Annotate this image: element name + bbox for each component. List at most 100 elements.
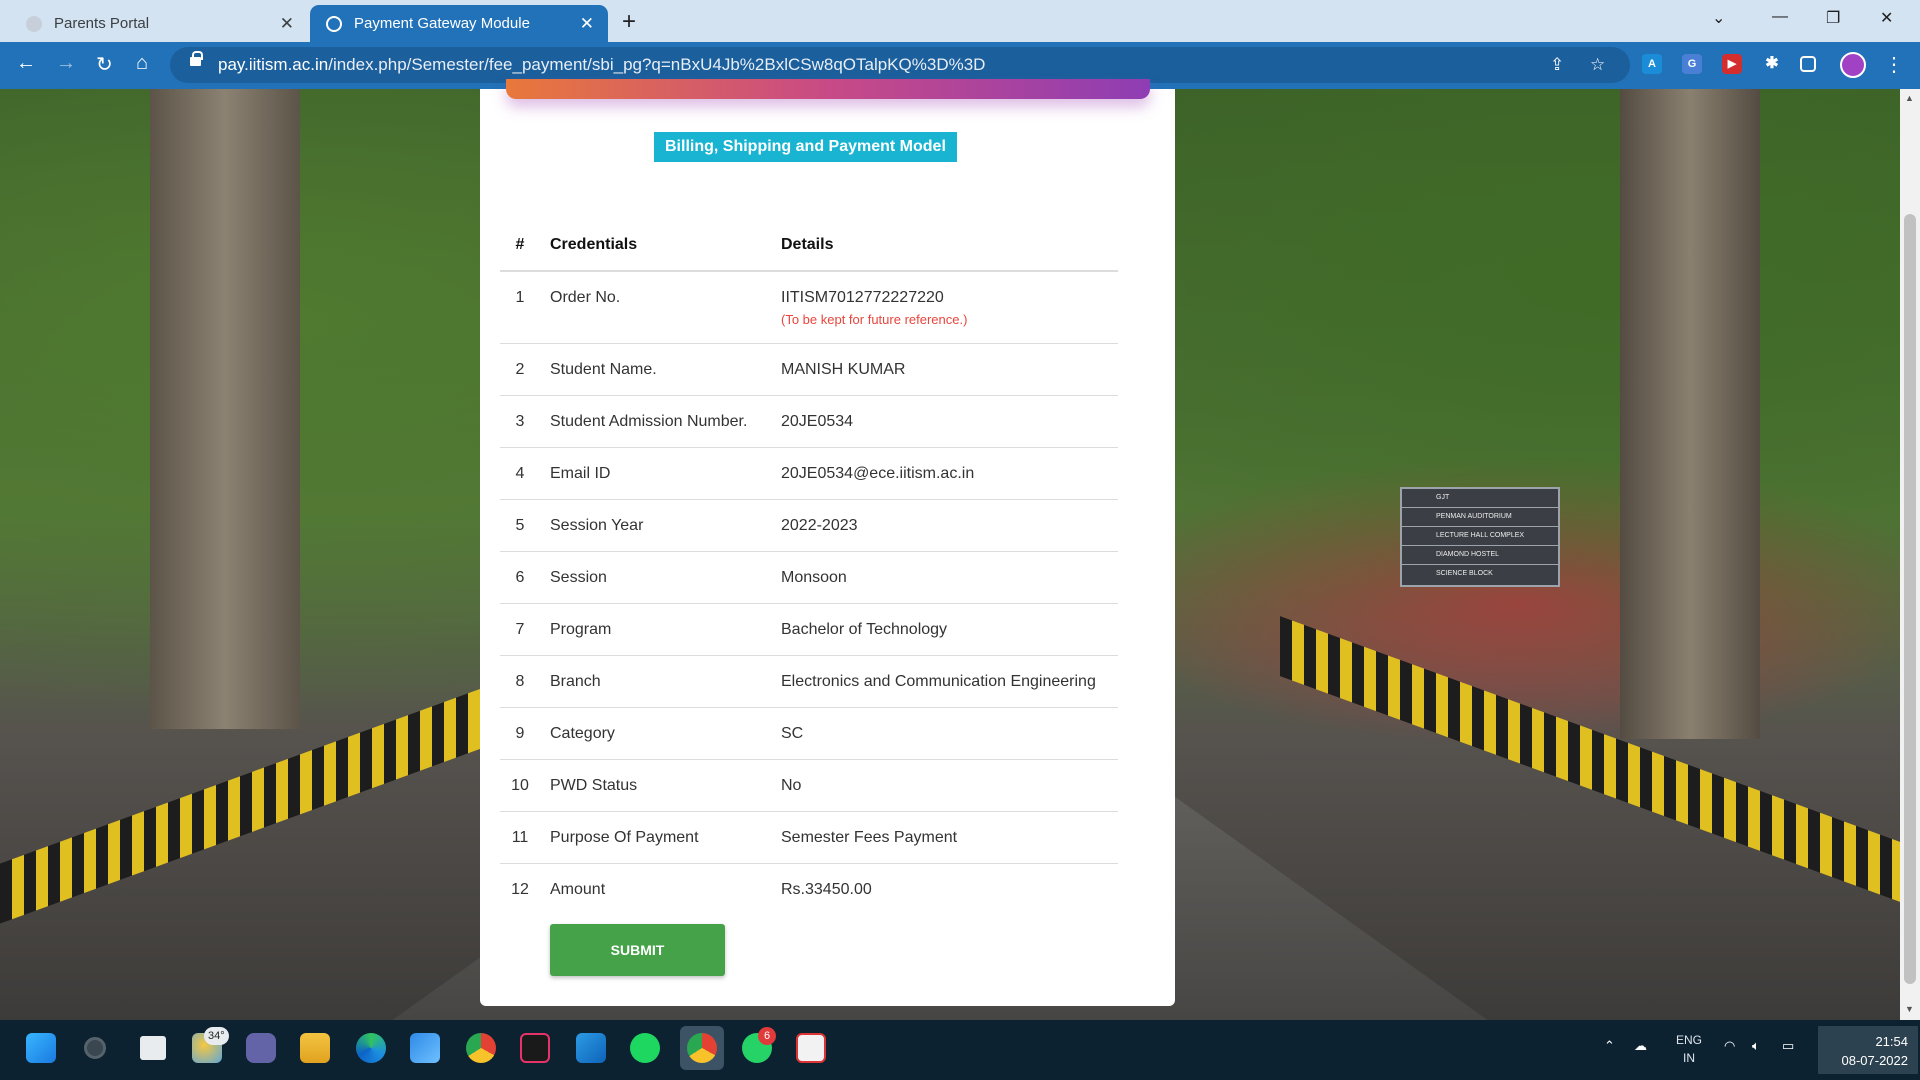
file-explorer-icon[interactable] [300, 1033, 330, 1063]
scroll-up-icon[interactable]: ▲ [1905, 93, 1914, 103]
table-row: 4 Email ID 20JE0534@ece.iitism.ac.in [500, 447, 1118, 500]
tab-strip: Parents Portal ✕ Payment Gateway Module … [0, 0, 1920, 42]
edge-icon[interactable] [356, 1033, 386, 1063]
row-label: Order No. [540, 270, 771, 344]
tab-title: Parents Portal [54, 15, 150, 32]
tab-parents-portal[interactable]: Parents Portal ✕ [0, 5, 308, 42]
system-clock[interactable]: 21:54 08-07-2022 [1818, 1026, 1918, 1074]
row-label: Student Name. [540, 343, 771, 396]
battery-icon[interactable]: ▭ [1782, 1038, 1794, 1054]
volume-icon[interactable]: 🔈︎ [1752, 1038, 1760, 1054]
tree-trunk-left [150, 89, 300, 729]
table-row: 7 Program Bachelor of Technology [500, 603, 1118, 656]
reference-note: (To be kept for future reference.) [781, 312, 968, 327]
table-row: 3 Student Admission Number. 20JE0534 [500, 395, 1118, 448]
spotify-icon[interactable] [630, 1033, 660, 1063]
app-pink-icon[interactable] [520, 1033, 550, 1063]
extension-a-icon[interactable]: A [1642, 54, 1662, 74]
tree-trunk-right [1620, 89, 1760, 739]
row-label: PWD Status [540, 759, 771, 812]
row-value: MANISH KUMAR [771, 343, 1118, 396]
tab-title: Payment Gateway Module [354, 15, 530, 32]
row-number: 8 [500, 655, 540, 708]
row-label: Amount [540, 863, 771, 915]
reload-icon[interactable]: ↻ [96, 52, 113, 77]
row-number: 2 [500, 343, 540, 396]
row-label: Session [540, 551, 771, 604]
lock-icon[interactable] [190, 51, 203, 66]
clock-date: 08-07-2022 [1841, 1053, 1909, 1068]
restore-icon[interactable]: ❐ [1826, 8, 1840, 28]
extensions-puzzle-icon[interactable]: ✱ [1762, 54, 1782, 74]
site-favicon-icon [26, 15, 42, 32]
show-hidden-icons-icon[interactable]: ⌃ [1604, 1038, 1615, 1054]
whatsapp-unread-badge: 6 [758, 1027, 776, 1045]
table-row: 12 Amount Rs.33450.00 [500, 863, 1118, 915]
row-value: Semester Fees Payment [771, 811, 1118, 864]
submit-button[interactable]: SUBMIT [550, 924, 725, 976]
minimize-icon[interactable]: — [1772, 8, 1788, 26]
row-number: 4 [500, 447, 540, 500]
scroll-down-icon[interactable]: ▼ [1905, 1004, 1914, 1014]
back-icon[interactable]: ← [16, 52, 36, 75]
close-tab-icon[interactable]: ✕ [280, 14, 294, 34]
tab-search-chevron-icon[interactable]: ⌄ [1712, 8, 1725, 28]
translate-icon[interactable]: G [1682, 54, 1702, 74]
profile-avatar[interactable] [1840, 52, 1866, 78]
row-label: Session Year [540, 499, 771, 552]
home-icon[interactable]: ⌂ [136, 52, 148, 75]
bookmark-star-icon[interactable]: ☆ [1590, 55, 1605, 75]
column-header-details: Details [771, 219, 1118, 272]
model-badge: Billing, Shipping and Payment Model [654, 132, 957, 162]
vscode-icon[interactable] [576, 1033, 606, 1063]
kerb-right [1280, 616, 1900, 902]
tab-payment-gateway[interactable]: Payment Gateway Module ✕ [310, 5, 608, 42]
close-tab-icon[interactable]: ✕ [580, 14, 594, 34]
table-row: 8 Branch Electronics and Communication E… [500, 655, 1118, 708]
row-value: Bachelor of Technology [771, 603, 1118, 656]
payment-card: Billing, Shipping and Payment Model # Cr… [480, 79, 1175, 1006]
side-panel-icon[interactable] [1800, 56, 1816, 72]
scrollbar-thumb[interactable] [1904, 214, 1916, 984]
task-view-icon[interactable] [140, 1036, 166, 1060]
onedrive-cloud-icon[interactable]: ☁ [1634, 1038, 1647, 1054]
row-value: 2022-2023 [771, 499, 1118, 552]
store-icon[interactable] [410, 1033, 440, 1063]
share-icon[interactable]: ⇪ [1550, 55, 1564, 75]
row-value: Monsoon [771, 551, 1118, 604]
column-header-number: # [500, 219, 540, 272]
row-number: 6 [500, 551, 540, 604]
row-number: 9 [500, 707, 540, 760]
extension-red-icon[interactable]: ▶ [1722, 54, 1742, 74]
table-row: 2 Student Name. MANISH KUMAR [500, 343, 1118, 396]
row-number: 7 [500, 603, 540, 656]
address-bar[interactable]: pay.iitism.ac.in/index.php/Semester/fee_… [170, 47, 1630, 83]
search-icon[interactable] [84, 1037, 106, 1059]
row-label: Category [540, 707, 771, 760]
new-tab-icon[interactable]: + [622, 8, 636, 36]
language-indicator[interactable]: ENG IN [1676, 1031, 1702, 1067]
row-number: 10 [500, 759, 540, 812]
close-window-icon[interactable]: ✕ [1880, 8, 1893, 28]
row-value: 20JE0534 [771, 395, 1118, 448]
table-row: 11 Purpose Of Payment Semester Fees Paym… [500, 811, 1118, 864]
table-row: 1 Order No. IITISM7012772227220 (To be k… [500, 270, 1118, 344]
table-row: 6 Session Monsoon [500, 551, 1118, 604]
forward-icon[interactable]: → [56, 52, 76, 75]
column-header-credentials: Credentials [540, 219, 771, 272]
row-value: SC [771, 707, 1118, 760]
row-label: Program [540, 603, 771, 656]
table-row: 5 Session Year 2022-2023 [500, 499, 1118, 552]
table-row: 10 PWD Status No [500, 759, 1118, 812]
chrome-icon[interactable] [466, 1033, 496, 1063]
windows-start-icon[interactable] [26, 1033, 56, 1063]
chrome-profile-icon[interactable] [687, 1033, 717, 1063]
menu-kebab-icon[interactable]: ⋮ [1884, 52, 1904, 77]
snipping-tool-icon[interactable] [796, 1033, 826, 1063]
credentials-table: # Credentials Details 1 Order No. IITISM… [500, 219, 1118, 915]
page-scrollbar[interactable]: ▲ ▼ [1900, 89, 1920, 1020]
table-header-row: # Credentials Details [500, 219, 1118, 272]
globe-icon [326, 15, 342, 32]
chat-icon[interactable] [246, 1033, 276, 1063]
wifi-icon[interactable]: ◠ [1724, 1038, 1735, 1054]
